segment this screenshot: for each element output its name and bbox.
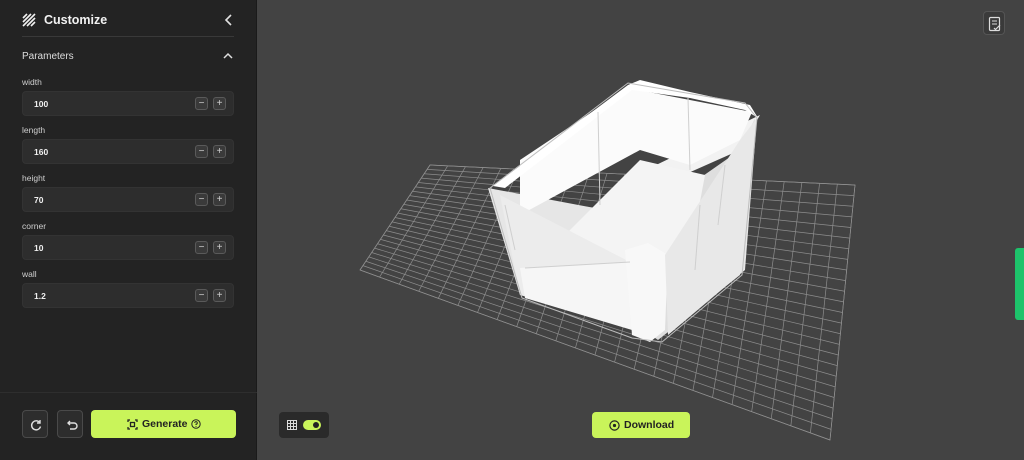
notes-button[interactable] [983, 11, 1005, 35]
decrement-button[interactable]: − [195, 241, 208, 254]
app-window: Customize Parameters width 100 − + lengt… [0, 0, 1024, 460]
undo-icon [67, 420, 78, 430]
increment-button[interactable]: + [213, 145, 226, 158]
param-label-width: width [22, 77, 42, 87]
help-icon[interactable] [191, 419, 201, 429]
param-label-height: height [22, 173, 46, 183]
notes-icon [988, 16, 1001, 32]
grid-toggle-control[interactable] [279, 412, 329, 438]
param-value-width[interactable]: 100 [34, 99, 48, 109]
reset-button[interactable] [22, 410, 48, 438]
parameters-section-title[interactable]: Parameters [22, 51, 74, 62]
increment-button[interactable]: + [213, 289, 226, 302]
bin-model [488, 80, 760, 343]
chevron-left-icon[interactable] [222, 12, 236, 28]
decrement-button[interactable]: − [195, 145, 208, 158]
decrement-button[interactable]: − [195, 193, 208, 206]
param-label-wall: wall [22, 269, 37, 279]
download-label: Download [624, 419, 675, 431]
grid-icon [287, 420, 297, 430]
decrement-button[interactable]: − [195, 97, 208, 110]
param-label-length: length [22, 125, 46, 135]
footer-divider [0, 392, 257, 393]
grid-toggle-switch[interactable] [303, 420, 321, 430]
generate-label: Generate [142, 418, 188, 430]
toggle-knob [313, 422, 319, 428]
pattern-logo-icon [22, 13, 36, 27]
download-icon [609, 420, 620, 431]
param-value-corner[interactable]: 10 [34, 243, 43, 253]
param-field-wall[interactable]: 1.2 − + [22, 283, 234, 308]
header-divider [22, 36, 234, 37]
generate-button[interactable]: Generate [91, 410, 236, 438]
increment-button[interactable]: + [213, 97, 226, 110]
param-field-length[interactable]: 160 − + [22, 139, 234, 164]
decrement-button[interactable]: − [195, 289, 208, 302]
sidebar-header: Customize [0, 0, 257, 40]
param-value-length[interactable]: 160 [34, 147, 48, 157]
reset-icon [30, 420, 42, 431]
sidebar-title: Customize [44, 13, 108, 27]
feedback-side-tab[interactable] [1015, 248, 1024, 320]
scan-icon [127, 419, 138, 430]
param-value-wall[interactable]: 1.2 [34, 291, 46, 301]
param-field-height[interactable]: 70 − + [22, 187, 234, 212]
increment-button[interactable]: + [213, 193, 226, 206]
increment-button[interactable]: + [213, 241, 226, 254]
customize-sidebar: Customize Parameters width 100 − + lengt… [0, 0, 257, 460]
param-field-corner[interactable]: 10 − + [22, 235, 234, 260]
undo-button[interactable] [57, 410, 83, 438]
param-field-width[interactable]: 100 − + [22, 91, 234, 116]
chevron-up-icon[interactable] [221, 50, 235, 62]
download-button[interactable]: Download [592, 412, 690, 438]
param-value-height[interactable]: 70 [34, 195, 43, 205]
param-label-corner: corner [22, 221, 47, 231]
